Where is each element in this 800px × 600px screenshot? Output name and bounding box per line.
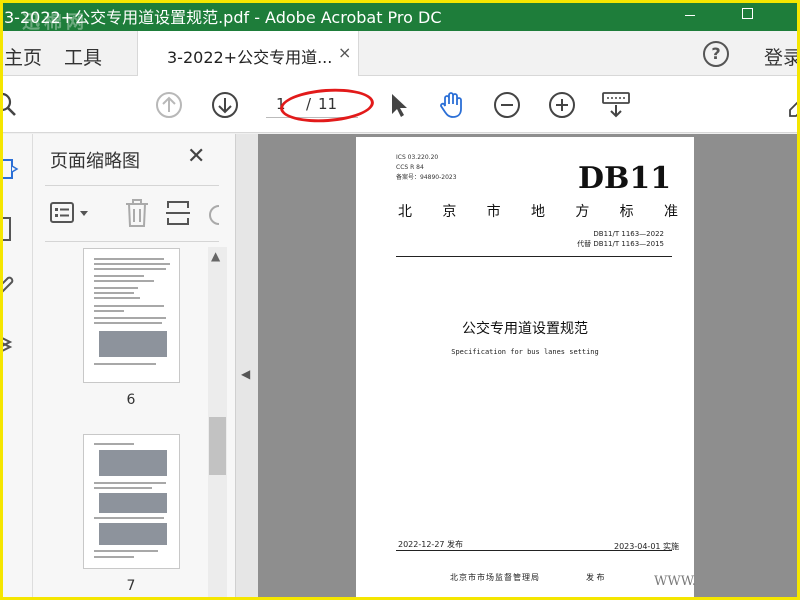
thumb-text-line [94,310,124,312]
standard-code-block: DB11/T 1163—2022 代替 DB11/T 1163—2015 [556,229,664,249]
pdf-page: ICS 03.220.20 CCS R 84 备案号：94890-2023 DB… [356,137,694,600]
replaces-code: 代替 DB11/T 1163—2015 [577,240,664,248]
zoom-out-icon[interactable] [492,90,522,120]
thumb-text-line [94,363,156,365]
thumb-text-line [94,280,154,282]
delete-page-icon[interactable] [123,198,151,228]
issue-label: 发 布 [586,573,605,582]
bookmarks-icon[interactable] [0,216,20,242]
thumbnail-page-number: 7 [126,578,136,594]
search-icon[interactable] [0,90,22,120]
thumb-text-line [94,258,164,260]
page-thumbnail-7[interactable] [83,434,180,569]
thumb-text-line [94,275,144,277]
tab-tools[interactable]: 工具 [64,43,102,70]
extract-page-icon[interactable] [165,198,191,228]
record-number: 备案号：94890-2023 [396,174,457,181]
tab-document-label: 3-2022+公交专用道... [167,48,333,67]
previous-page-icon[interactable] [154,90,184,120]
standard-type-char: 市 [486,204,501,220]
thumb-text-line [94,556,134,558]
standard-type-char: 方 [575,204,590,220]
collapse-panel-icon[interactable]: ◀ [241,367,250,381]
standard-type-char: 地 [530,204,545,220]
standard-code: DB11/T 1163—2022 [593,230,664,238]
panel-heading: 页面缩略图 [50,151,140,172]
page-thumbnails-icon[interactable] [0,156,20,182]
thumb-text-line [94,305,164,307]
scrollbar-thumb[interactable] [209,417,226,475]
hand-tool-icon[interactable] [437,90,467,120]
scroll-up-icon[interactable]: ▲ [211,249,220,263]
minimize-icon [685,15,695,16]
panel-tools [49,194,239,234]
toolbar: 1 / 11 [0,76,800,133]
standard-type: 北 京 市 地 方 标 准 [398,201,678,221]
document-ics: ICS 03.220.20 CCS R 84 备案号：94890-2023 [396,153,457,183]
maximize-button[interactable] [737,4,761,26]
thumb-figure [99,331,167,357]
help-button[interactable]: ? [703,41,729,67]
next-page-icon[interactable] [210,90,240,120]
thumb-text-line [94,297,140,299]
thumb-text-line [94,292,134,294]
tab-home[interactable]: 主页 [4,43,42,70]
more-tools-icon[interactable] [788,90,800,120]
navigation-rail [0,134,33,600]
keyboard-input-icon[interactable] [601,90,631,120]
thumb-text-line [94,550,158,552]
attachments-icon[interactable] [0,270,20,296]
db-code: DB11 [578,161,672,196]
publish-date: 2022-12-27 发布 [398,540,464,549]
thumb-figure [99,523,167,545]
rotate-page-icon[interactable] [205,200,223,228]
thumb-text-line [94,482,166,484]
select-cursor-icon[interactable] [384,90,414,120]
document-title-en: Specification for bus lanes setting [451,348,599,356]
minimize-button[interactable] [681,4,705,26]
standard-type-char: 标 [619,204,634,220]
thumb-text-line [94,287,138,289]
thumb-text-line [94,517,164,519]
thumb-text-line [94,322,162,324]
standard-type-char: 北 [398,204,412,220]
panel-close-icon[interactable]: ✕ [187,144,205,169]
thumb-figure [99,450,167,476]
footer-rule [396,550,672,551]
page-thumbnail-6[interactable] [83,248,180,383]
zoom-in-icon[interactable] [547,90,577,120]
thumb-text-line [94,317,166,319]
standard-type-char: 准 [663,204,678,220]
thumb-text-line [94,443,134,445]
standard-type-char: 京 [442,204,457,220]
thumbnail-scrollbar[interactable]: ▲ [208,247,227,600]
tab-close-icon[interactable]: × [338,43,351,62]
maximize-icon [742,8,753,19]
thumb-text-line [94,487,152,489]
panel-divider [45,241,219,242]
thumb-text-line [94,268,166,270]
issuer: 北京市市场监督管理局 [450,573,540,582]
thumbnail-options-icon[interactable] [49,200,91,226]
thumb-text-line [94,263,170,265]
layers-icon[interactable] [0,330,20,356]
www-watermark: WWW. [654,574,696,589]
tab-document[interactable]: 3-2022+公交专用道... × [137,31,359,76]
document-title-cn: 公交专用道设置规范 [462,321,588,337]
panel-divider [45,185,219,186]
thumbnail-page-number: 6 [126,392,136,408]
login-button[interactable]: 登录 [764,43,800,70]
ics-code: ICS 03.220.20 [396,154,439,161]
ccs-code: CCS R 84 [396,164,424,171]
title-bar: 3-2022+公交专用道设置规范.pdf - Adobe Acrobat Pro… [0,0,800,33]
thumb-figure [99,493,167,513]
tab-bar: 主页 工具 3-2022+公交专用道... × ? 登录 [0,31,800,76]
header-rule [396,256,672,257]
